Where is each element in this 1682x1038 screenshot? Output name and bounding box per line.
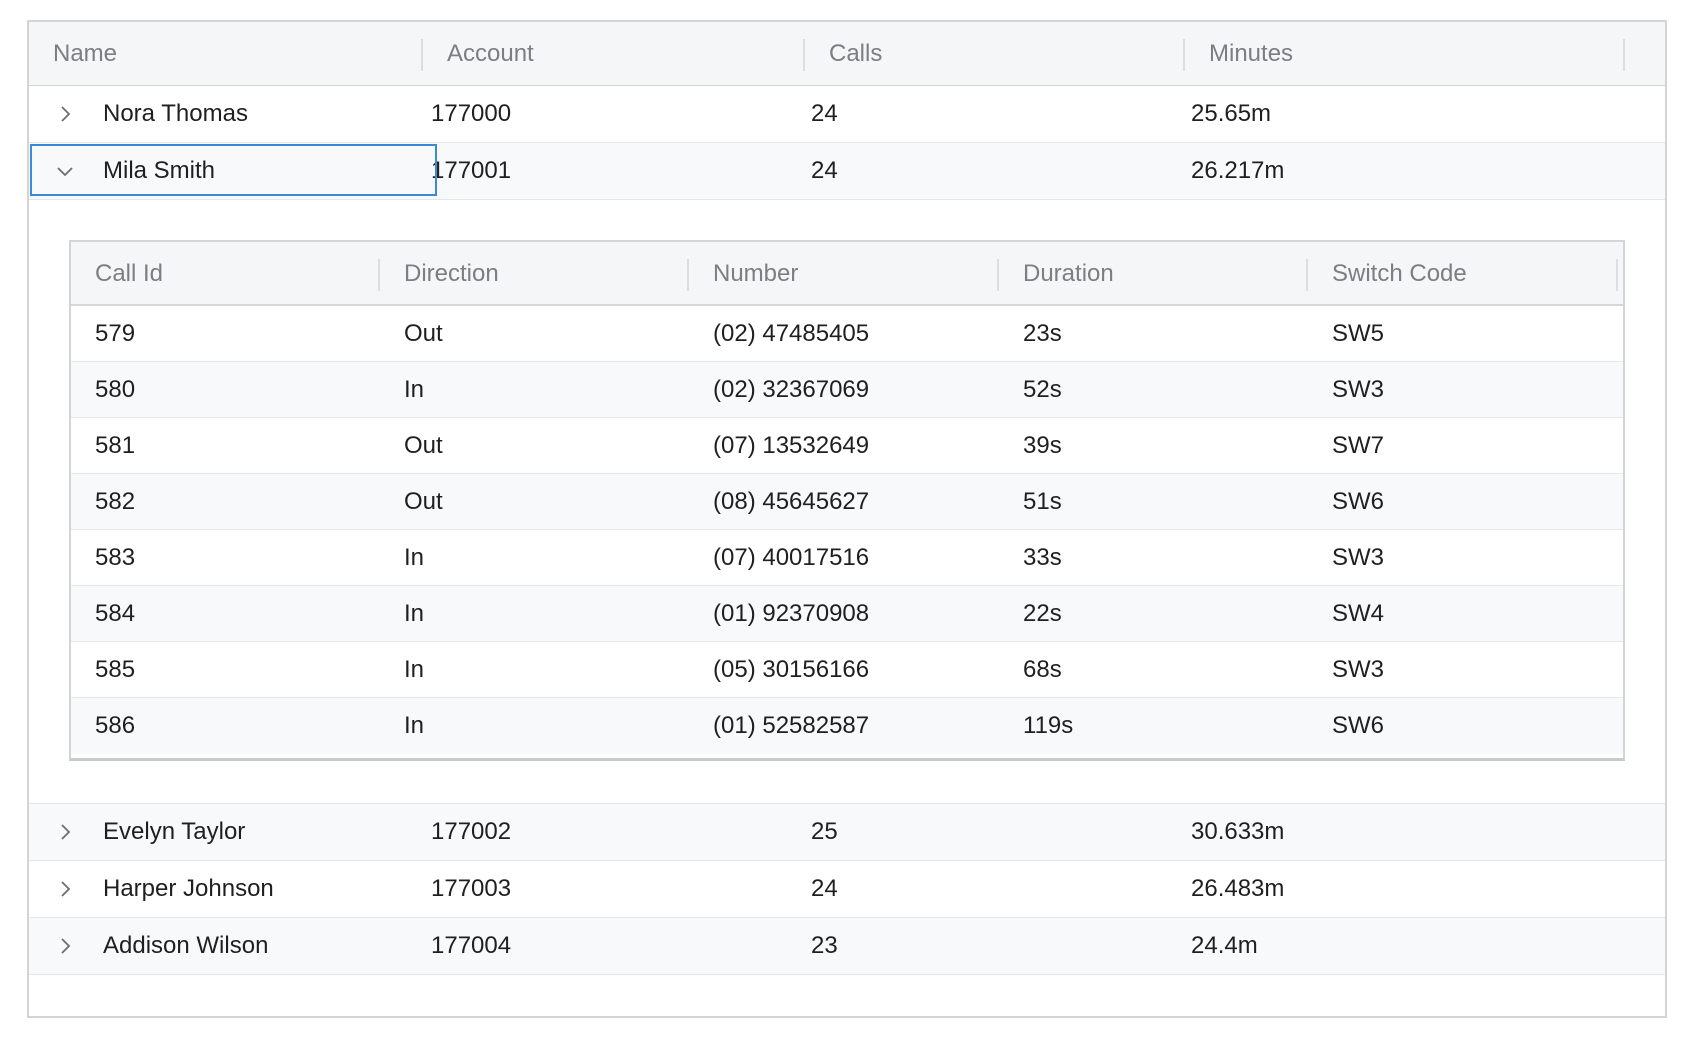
cell-minutes[interactable]: 25.65m [1191, 86, 1271, 142]
chevron-right-icon[interactable] [55, 936, 75, 956]
detail-grid-header: Call Id Direction Number Duration Switch… [71, 242, 1623, 306]
column-header-calls[interactable]: Calls [805, 22, 1185, 85]
column-separator[interactable] [1623, 39, 1625, 71]
column-header-call-id[interactable]: Call Id [71, 242, 378, 305]
cell-duration[interactable]: 22s [1023, 586, 1062, 641]
grid-header: Name Account Calls Minutes [29, 22, 1665, 86]
cell-switch-code[interactable]: SW7 [1332, 418, 1384, 473]
cell-call-id[interactable]: 580 [95, 362, 135, 417]
column-header-duration[interactable]: Duration [999, 242, 1306, 305]
cell-minutes[interactable]: 30.633m [1191, 804, 1284, 860]
cell-account[interactable]: 177001 [431, 143, 511, 199]
detail-data-grid: Call Id Direction Number Duration Switch… [69, 240, 1625, 761]
column-separator[interactable] [1616, 259, 1618, 291]
cell-name[interactable]: Nora Thomas [103, 86, 248, 142]
cell-duration[interactable]: 23s [1023, 306, 1062, 361]
cell-duration[interactable]: 51s [1023, 474, 1062, 529]
table-row-expanded[interactable]: Mila Smith 177001 24 26.217m [29, 143, 1665, 200]
column-header-switch-code[interactable]: Switch Code [1308, 242, 1615, 305]
cell-direction[interactable]: In [404, 642, 424, 697]
column-header-number[interactable]: Number [689, 242, 996, 305]
cell-account[interactable]: 177003 [431, 861, 511, 917]
cell-name[interactable]: Addison Wilson [103, 918, 268, 974]
detail-table-row[interactable]: 581 Out (07) 13532649 39s SW7 [71, 418, 1623, 474]
table-row[interactable]: Addison Wilson 177004 23 24.4m [29, 918, 1665, 975]
cell-duration[interactable]: 39s [1023, 418, 1062, 473]
cell-duration[interactable]: 33s [1023, 530, 1062, 585]
detail-table-row[interactable]: 584 In (01) 92370908 22s SW4 [71, 586, 1623, 642]
table-row[interactable]: Harper Johnson 177003 24 26.483m [29, 861, 1665, 918]
cell-number[interactable]: (08) 45645627 [713, 474, 869, 529]
cell-call-id[interactable]: 579 [95, 306, 135, 361]
focused-cell-outline [30, 144, 437, 196]
chevron-down-icon[interactable] [55, 161, 75, 181]
cell-switch-code[interactable]: SW3 [1332, 530, 1384, 585]
cell-calls[interactable]: 24 [811, 86, 838, 142]
detail-table-row[interactable]: 585 In (05) 30156166 68s SW3 [71, 642, 1623, 698]
cell-account[interactable]: 177002 [431, 804, 511, 860]
cell-number[interactable]: (02) 47485405 [713, 306, 869, 361]
cell-call-id[interactable]: 586 [95, 698, 135, 753]
cell-calls[interactable]: 24 [811, 143, 838, 199]
detail-table-row[interactable]: 586 In (01) 52582587 119s SW6 [71, 698, 1623, 754]
detail-table-row[interactable]: 579 Out (02) 47485405 23s SW5 [71, 306, 1623, 362]
cell-minutes[interactable]: 24.4m [1191, 918, 1258, 974]
table-row[interactable]: Nora Thomas 177000 24 25.65m [29, 86, 1665, 143]
cell-call-id[interactable]: 584 [95, 586, 135, 641]
cell-call-id[interactable]: 581 [95, 418, 135, 473]
cell-switch-code[interactable]: SW3 [1332, 362, 1384, 417]
cell-direction[interactable]: In [404, 362, 424, 417]
cell-account[interactable]: 177004 [431, 918, 511, 974]
cell-calls[interactable]: 23 [811, 918, 838, 974]
cell-direction[interactable]: Out [404, 306, 443, 361]
cell-direction[interactable]: In [404, 586, 424, 641]
cell-number[interactable]: (05) 30156166 [713, 642, 869, 697]
detail-table-row[interactable]: 583 In (07) 40017516 33s SW3 [71, 530, 1623, 586]
cell-number[interactable]: (07) 40017516 [713, 530, 869, 585]
cell-call-id[interactable]: 585 [95, 642, 135, 697]
chevron-right-icon[interactable] [55, 104, 75, 124]
cell-name[interactable]: Mila Smith [103, 143, 215, 199]
master-data-grid: Name Account Calls Minutes Nora Thomas 1… [27, 20, 1667, 1018]
detail-table-row[interactable]: 582 Out (08) 45645627 51s SW6 [71, 474, 1623, 530]
chevron-right-icon[interactable] [55, 879, 75, 899]
cell-account[interactable]: 177000 [431, 86, 511, 142]
cell-minutes[interactable]: 26.483m [1191, 861, 1284, 917]
cell-call-id[interactable]: 583 [95, 530, 135, 585]
chevron-right-icon[interactable] [55, 822, 75, 842]
cell-switch-code[interactable]: SW3 [1332, 642, 1384, 697]
column-header-direction[interactable]: Direction [380, 242, 687, 305]
cell-number[interactable]: (01) 92370908 [713, 586, 869, 641]
cell-number[interactable]: (01) 52582587 [713, 698, 869, 753]
cell-switch-code[interactable]: SW6 [1332, 698, 1384, 753]
cell-name[interactable]: Harper Johnson [103, 861, 274, 917]
cell-direction[interactable]: Out [404, 474, 443, 529]
cell-duration[interactable]: 119s [1023, 698, 1073, 753]
cell-calls[interactable]: 24 [811, 861, 838, 917]
cell-duration[interactable]: 68s [1023, 642, 1062, 697]
cell-call-id[interactable]: 582 [95, 474, 135, 529]
cell-switch-code[interactable]: SW4 [1332, 586, 1384, 641]
cell-direction[interactable]: In [404, 698, 424, 753]
column-header-name[interactable]: Name [29, 22, 421, 85]
column-header-minutes[interactable]: Minutes [1185, 22, 1565, 85]
cell-number[interactable]: (02) 32367069 [713, 362, 869, 417]
cell-direction[interactable]: In [404, 530, 424, 585]
cell-minutes[interactable]: 26.217m [1191, 143, 1284, 199]
cell-name[interactable]: Evelyn Taylor [103, 804, 245, 860]
detail-row: Call Id Direction Number Duration Switch… [29, 200, 1665, 804]
table-row[interactable]: Evelyn Taylor 177002 25 30.633m [29, 804, 1665, 861]
cell-switch-code[interactable]: SW6 [1332, 474, 1384, 529]
column-header-account[interactable]: Account [423, 22, 813, 85]
detail-table-row[interactable]: 580 In (02) 32367069 52s SW3 [71, 362, 1623, 418]
cell-switch-code[interactable]: SW5 [1332, 306, 1384, 361]
cell-direction[interactable]: Out [404, 418, 443, 473]
cell-number[interactable]: (07) 13532649 [713, 418, 869, 473]
cell-calls[interactable]: 25 [811, 804, 838, 860]
cell-duration[interactable]: 52s [1023, 362, 1062, 417]
